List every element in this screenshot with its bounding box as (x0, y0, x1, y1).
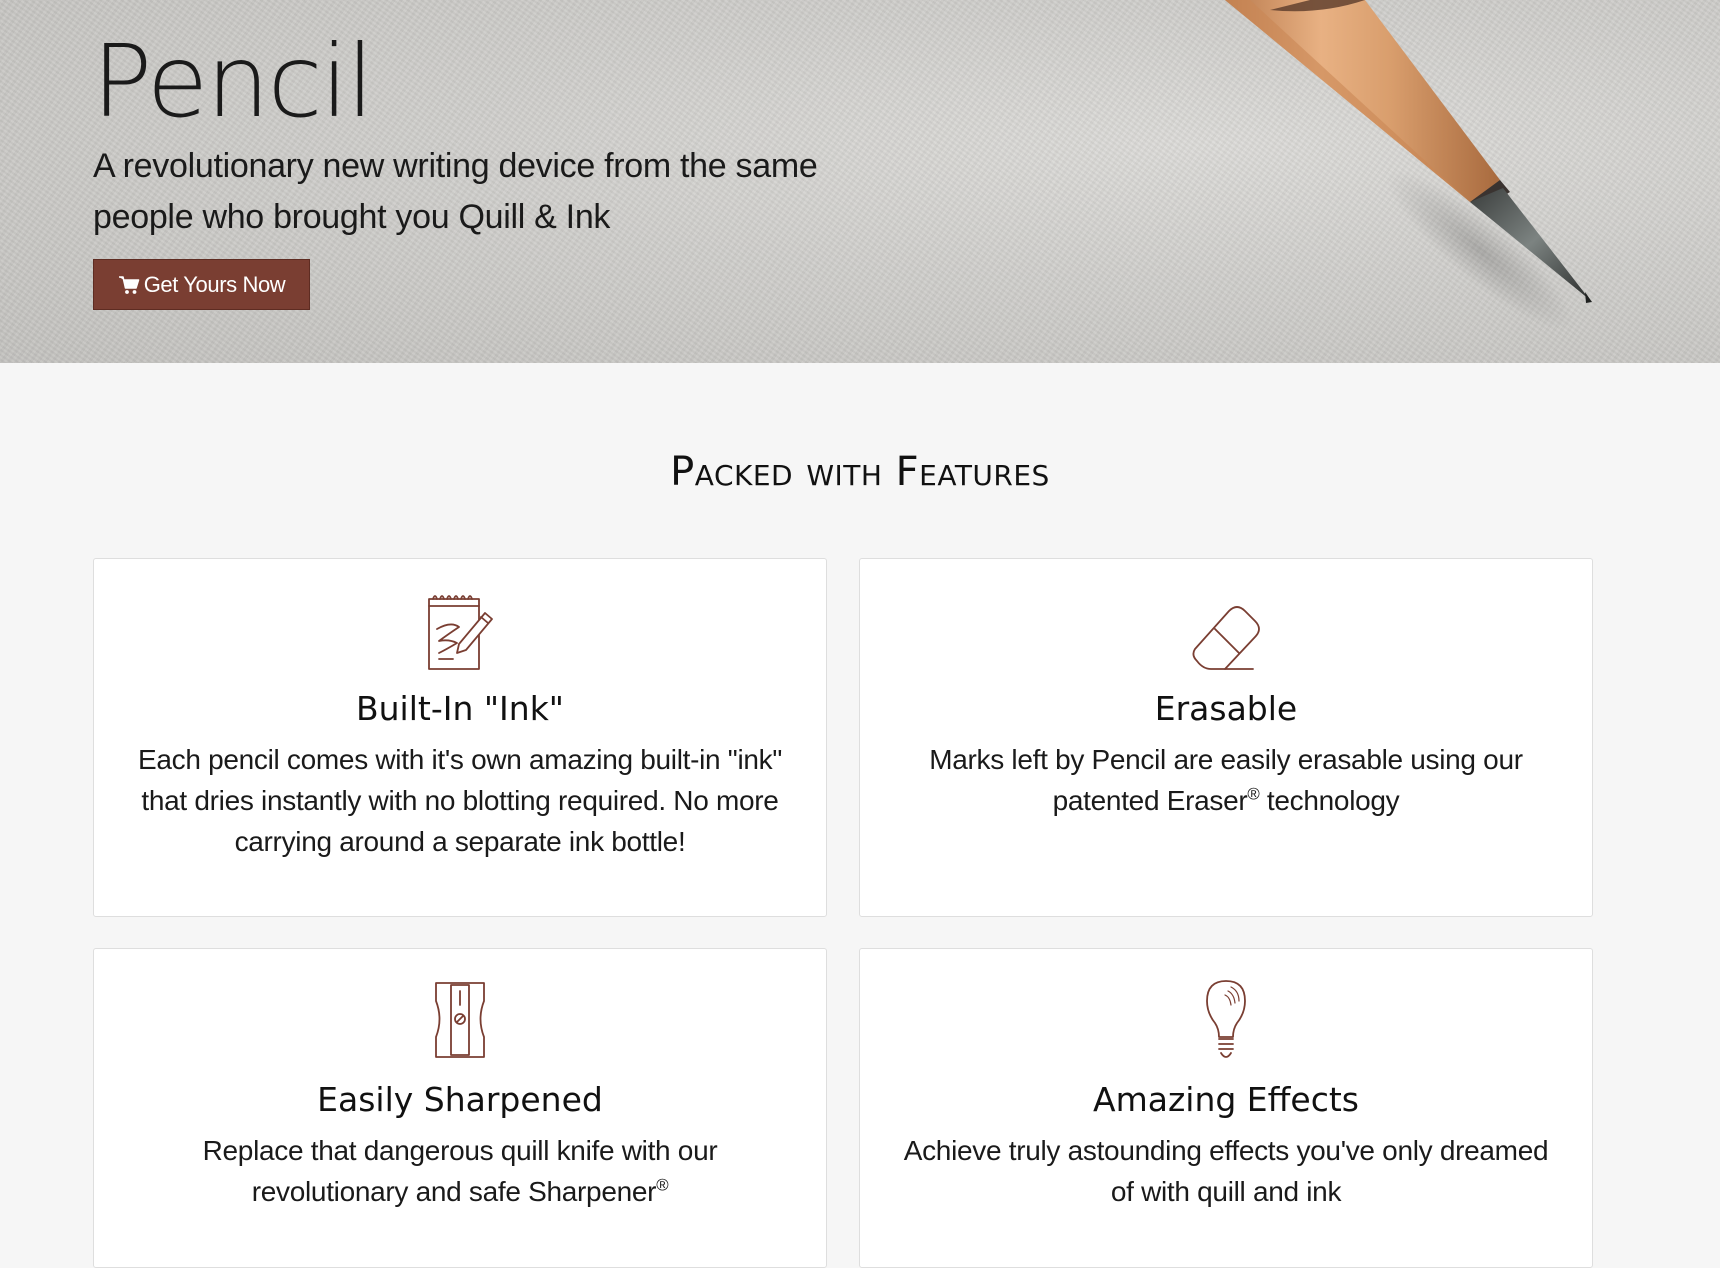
lightbulb-icon (1206, 980, 1246, 1058)
feature-card-amazing-effects: Amazing Effects Achieve truly astounding… (859, 948, 1593, 1268)
hero-tagline: A revolutionary new writing device from … (93, 147, 818, 236)
registered-mark: ® (656, 1175, 669, 1195)
hero-banner: Pencil A revolutionary new writing devic… (0, 0, 1720, 363)
get-yours-now-button[interactable]: Get Yours Now (93, 259, 310, 310)
features-heading: Packed with Features (670, 449, 1050, 495)
hero-title: Pencil (92, 23, 374, 140)
sharpener-icon (435, 982, 485, 1058)
feature-card-easily-sharpened: Easily Sharpened Replace that dangerous … (93, 948, 827, 1268)
cta-label: Get Yours Now (143, 271, 286, 297)
feature-description: Each pencil comes with it's own amazing … (138, 744, 782, 857)
feature-title: Easily Sharpened (317, 1080, 603, 1119)
feature-title: Erasable (1154, 689, 1298, 728)
feature-description: Replace that dangerous quill knife with … (202, 1135, 718, 1207)
notepad-pencil-icon (428, 595, 493, 670)
feature-description: Achieve truly astounding effects you've … (903, 1135, 1549, 1207)
feature-card-erasable: Erasable Marks left by Pencil are easily… (859, 558, 1593, 917)
feature-description: Marks left by Pencil are easily erasable… (929, 744, 1523, 816)
eraser-icon (1192, 606, 1260, 670)
feature-title: Amazing Effects (1093, 1080, 1359, 1119)
feature-title: Built-In "Ink" (356, 689, 564, 728)
shopping-cart-icon (118, 275, 140, 295)
feature-card-built-in-ink: Built-In "Ink" Each pencil comes with it… (93, 558, 827, 917)
registered-mark: ® (1247, 784, 1260, 804)
